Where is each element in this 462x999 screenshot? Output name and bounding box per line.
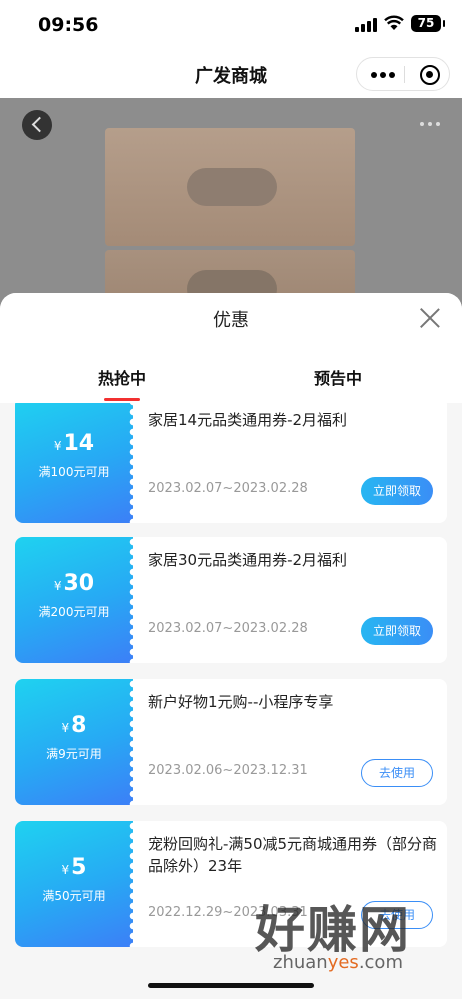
back-icon[interactable] bbox=[22, 110, 52, 140]
watermark: 好赚网 zhuanyes.com bbox=[255, 890, 455, 990]
close-icon[interactable] bbox=[419, 307, 441, 329]
coupon-value-panel: ¥14 满100元可用 bbox=[15, 403, 138, 523]
tab-preview[interactable]: 预告中 bbox=[314, 365, 362, 389]
sheet-header: 优惠 热抢中 预告中 bbox=[0, 293, 462, 403]
coupon-date: 2023.02.06~2023.12.31 bbox=[148, 763, 308, 778]
coupon-date: 2023.02.07~2023.02.28 bbox=[148, 481, 308, 496]
coupon-amount: 5 bbox=[71, 855, 87, 880]
coupon-title: 家居14元品类通用券-2月福利 bbox=[148, 411, 348, 429]
coupon-value-panel: ¥30 满200元可用 bbox=[15, 537, 138, 663]
close-target-icon[interactable] bbox=[420, 65, 440, 85]
coupon-card: ¥14 满100元可用 家居14元品类通用券-2月福利 2023.02.07~2… bbox=[15, 403, 447, 523]
status-time: 09:56 bbox=[38, 14, 99, 36]
battery-icon: 75 bbox=[411, 15, 445, 32]
claim-button[interactable]: 立即领取 bbox=[361, 477, 433, 505]
tab-active-indicator bbox=[104, 398, 140, 401]
nav-bar: 广发商城 bbox=[0, 48, 462, 98]
product-image-area bbox=[0, 98, 462, 308]
coupon-amount: 14 bbox=[63, 431, 95, 456]
coupon-date: 2023.02.07~2023.02.28 bbox=[148, 621, 308, 636]
brand-logo bbox=[187, 168, 277, 206]
watermark-url: zhuanyes.com bbox=[273, 952, 403, 973]
coupon-condition: 满200元可用 bbox=[38, 605, 110, 619]
coupon-title: 宠粉回购礼-满50减5元商城通用券（部分商品除外）23年 bbox=[148, 835, 438, 875]
mini-program-capsule bbox=[356, 57, 450, 91]
currency-symbol: ¥ bbox=[61, 721, 70, 735]
product-more-icon[interactable] bbox=[420, 122, 440, 126]
tab-hot[interactable]: 热抢中 bbox=[98, 365, 146, 389]
capsule-divider bbox=[404, 66, 405, 83]
currency-symbol: ¥ bbox=[53, 439, 62, 453]
coupon-condition: 满9元可用 bbox=[46, 747, 102, 761]
use-button[interactable]: 去使用 bbox=[361, 759, 433, 787]
sheet-title: 优惠 bbox=[213, 310, 249, 331]
currency-symbol: ¥ bbox=[53, 579, 62, 593]
coupon-title: 新户好物1元购--小程序专享 bbox=[148, 693, 334, 711]
coupon-amount: 8 bbox=[71, 713, 87, 738]
coupon-card: ¥8 满9元可用 新户好物1元购--小程序专享 2023.02.06~2023.… bbox=[15, 679, 447, 805]
product-image bbox=[105, 128, 355, 246]
coupon-value-panel: ¥8 满9元可用 bbox=[15, 679, 138, 805]
coupon-title: 家居30元品类通用券-2月福利 bbox=[148, 551, 348, 569]
coupon-card: ¥30 满200元可用 家居30元品类通用券-2月福利 2023.02.07~2… bbox=[15, 537, 447, 663]
currency-symbol: ¥ bbox=[61, 863, 70, 877]
more-dots-icon[interactable] bbox=[371, 72, 395, 78]
coupon-value-panel: ¥5 满50元可用 bbox=[15, 821, 138, 947]
wifi-icon bbox=[384, 15, 404, 30]
coupon-amount: 30 bbox=[63, 571, 95, 596]
coupon-condition: 满50元可用 bbox=[42, 889, 106, 903]
signal-icon bbox=[355, 18, 377, 32]
status-bar: 09:56 75 bbox=[0, 0, 462, 48]
coupon-condition: 满100元可用 bbox=[38, 465, 110, 479]
home-indicator bbox=[148, 983, 314, 988]
claim-button[interactable]: 立即领取 bbox=[361, 617, 433, 645]
